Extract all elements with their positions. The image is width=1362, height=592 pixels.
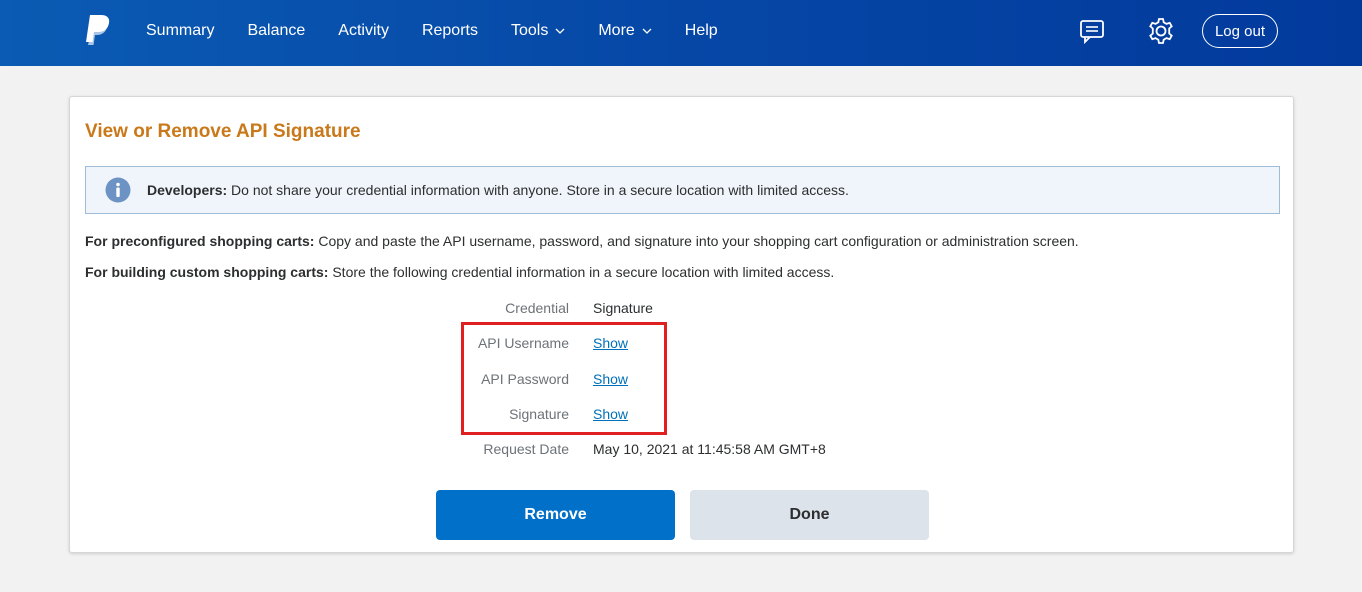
- credential-value: Signature: [593, 300, 653, 316]
- credential-row: Credential Signature: [70, 300, 1295, 322]
- main-nav: Summary Balance Activity Reports Tools M…: [146, 0, 751, 62]
- message-icon[interactable]: [1077, 16, 1107, 46]
- request-date-value: May 10, 2021 at 11:45:58 AM GMT+8: [593, 441, 826, 457]
- chevron-down-icon: [642, 28, 652, 34]
- api-password-row: API Password Show: [70, 371, 1295, 393]
- nav-balance[interactable]: Balance: [247, 22, 305, 40]
- gear-icon[interactable]: [1146, 16, 1176, 46]
- alert-message: Developers: Do not share your credential…: [147, 182, 849, 198]
- request-date-label: Request Date: [483, 441, 569, 457]
- signature-row: Signature Show: [70, 406, 1295, 428]
- api-username-row: API Username Show: [70, 335, 1295, 357]
- nav-reports[interactable]: Reports: [422, 22, 478, 40]
- top-navigation-bar: Summary Balance Activity Reports Tools M…: [0, 0, 1362, 66]
- chevron-down-icon: [555, 28, 565, 34]
- api-signature-card: View or Remove API Signature Developers:…: [69, 96, 1294, 553]
- paypal-logo[interactable]: [84, 14, 112, 46]
- info-icon: [105, 177, 131, 203]
- request-date-row: Request Date May 10, 2021 at 11:45:58 AM…: [70, 441, 1295, 463]
- nav-help[interactable]: Help: [685, 22, 718, 40]
- custom-carts-text: For building custom shopping carts: Stor…: [85, 264, 835, 280]
- preconfigured-carts-text: For preconfigured shopping carts: Copy a…: [85, 233, 1079, 249]
- done-button[interactable]: Done: [690, 490, 929, 540]
- logout-button[interactable]: Log out: [1202, 14, 1278, 48]
- page-title: View or Remove API Signature: [85, 121, 361, 142]
- remove-button[interactable]: Remove: [436, 490, 675, 540]
- nav-activity[interactable]: Activity: [338, 22, 389, 40]
- nav-more[interactable]: More: [598, 22, 652, 40]
- developer-alert: Developers: Do not share your credential…: [85, 166, 1280, 214]
- credential-label: Credential: [505, 300, 569, 316]
- nav-summary[interactable]: Summary: [146, 22, 214, 40]
- highlight-box: [461, 322, 667, 435]
- nav-tools[interactable]: Tools: [511, 22, 565, 40]
